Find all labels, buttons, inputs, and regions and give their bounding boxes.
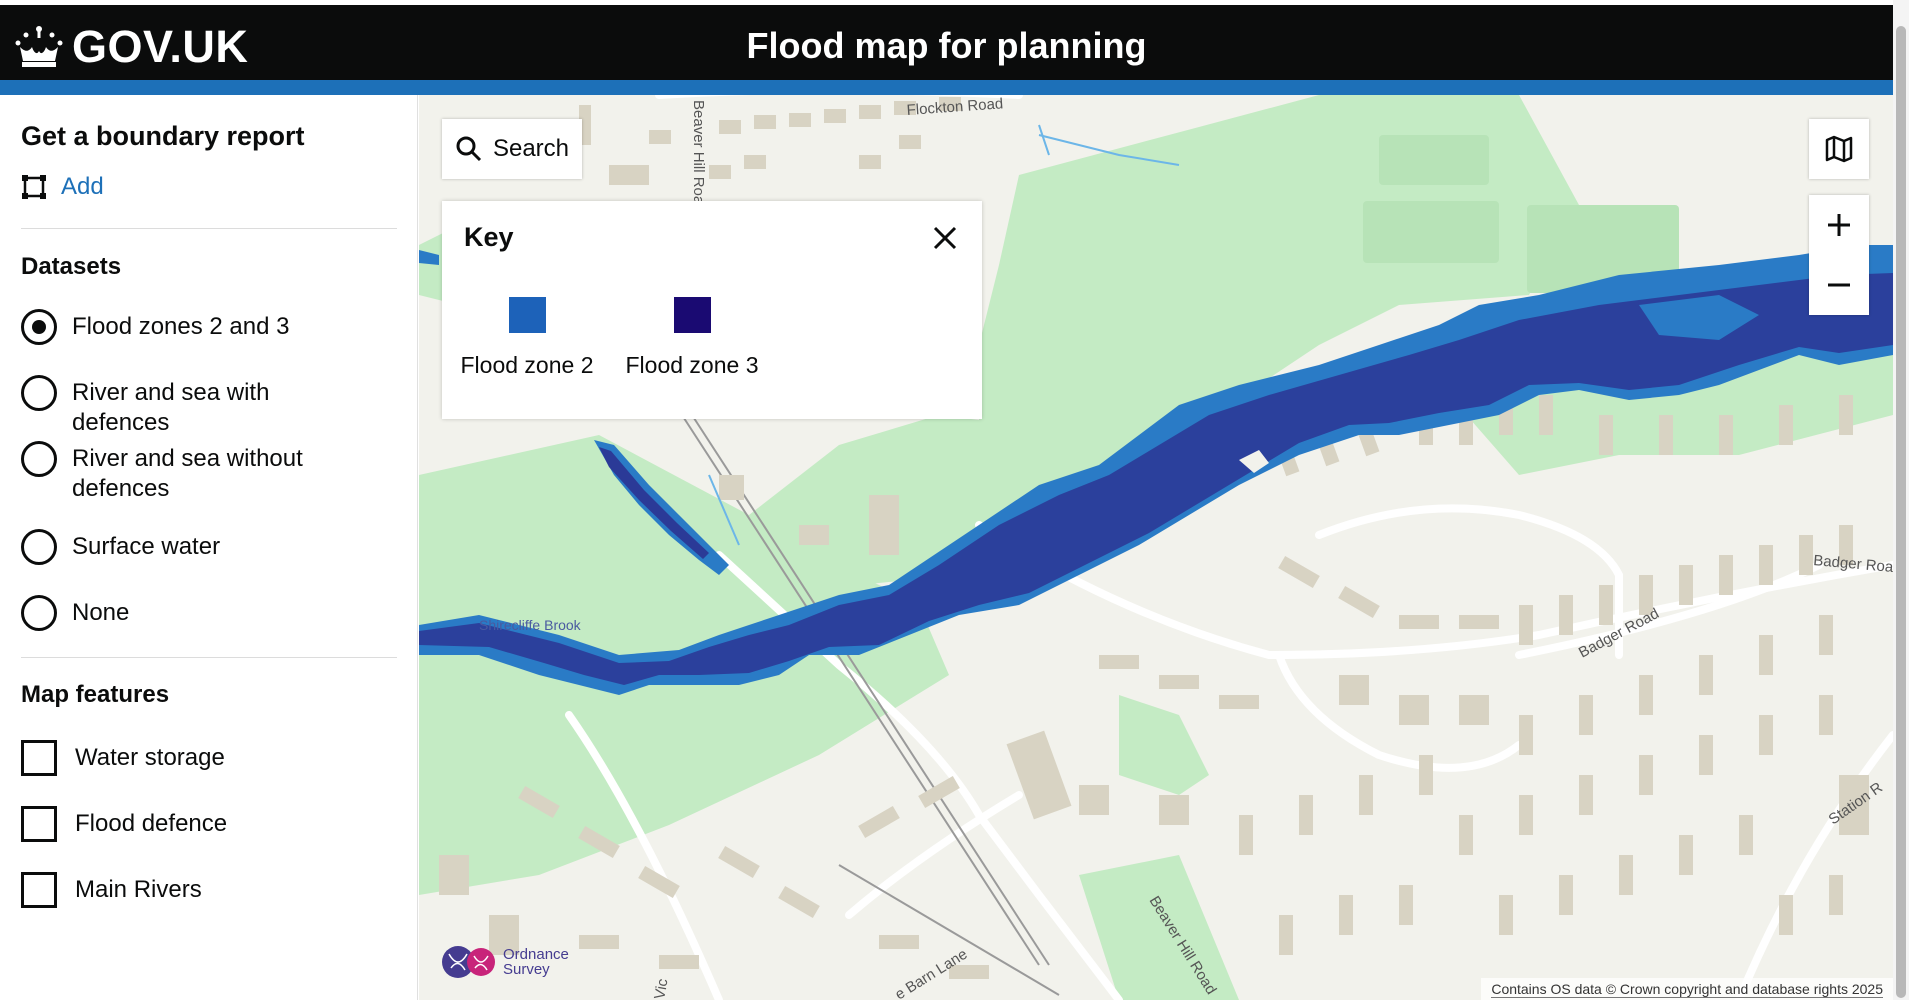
govuk-header: GOV.UK Flood map for planning [0, 5, 1893, 80]
zoom-out-button[interactable] [1809, 255, 1869, 315]
zoom-controls [1809, 195, 1869, 315]
checkbox[interactable] [21, 740, 57, 776]
basemap-button[interactable] [1809, 119, 1869, 179]
radio-label: Flood zones 2 and 3 [72, 313, 290, 340]
radio-label: Surface water [72, 533, 221, 560]
key-item-label: Flood zone 2 [460, 352, 594, 378]
add-boundary-label: Add [61, 173, 104, 200]
key-item-flood-zone-3: Flood zone 3 [617, 297, 767, 379]
radio-label: River and sea without defences [72, 445, 303, 502]
service-name[interactable]: Flood map for planning [0, 25, 1893, 67]
radio-label: River and sea with defences [72, 379, 270, 436]
flood-zone-3-swatch [673, 297, 711, 333]
os-logo-line2: Survey [503, 961, 550, 978]
plus-icon [1828, 214, 1850, 236]
checkbox-water-storage[interactable]: Water storage [21, 740, 225, 776]
radio-button-selected[interactable] [21, 309, 57, 345]
search-icon [456, 136, 482, 162]
map-label-brook: Shirecliffe Brook [479, 617, 582, 633]
radio-button[interactable] [21, 375, 57, 411]
key-panel: Key Flood zone 2 Flood zone 3 [442, 201, 982, 419]
radio-label: None [72, 599, 130, 626]
map-viewport[interactable]: Flockton Road Beaver Hill Road Beaver Hi… [419, 95, 1893, 1000]
flood-zone-2-swatch [508, 297, 546, 333]
sidebar-panel: Get a boundary report Add Datasets Flood… [0, 95, 418, 1000]
ordnance-survey-logo: Ordnance Survey [441, 944, 569, 980]
page-scrollbar[interactable] [1893, 0, 1909, 1000]
ordnance-survey-logo-icon [442, 946, 495, 978]
divider [21, 657, 397, 658]
radio-button[interactable] [21, 529, 57, 565]
key-item-label: Flood zone 3 [625, 352, 759, 378]
boundary-report-title: Get a boundary report [21, 121, 305, 151]
map-attribution[interactable]: Contains OS data © Crown copyright and d… [1481, 978, 1893, 1000]
scrollbar-thumb[interactable] [1896, 26, 1906, 998]
checkbox[interactable] [21, 872, 57, 908]
checkbox-main-rivers[interactable]: Main Rivers [21, 872, 202, 908]
search-button[interactable]: Search [442, 119, 582, 179]
datasets-heading: Datasets [21, 253, 122, 280]
add-boundary-button[interactable]: Add [21, 173, 104, 201]
search-button-label: Search [492, 135, 570, 162]
radio-button[interactable] [21, 441, 57, 477]
polygon-draw-icon [22, 175, 46, 199]
map-label-vic: Vic [651, 977, 671, 1000]
radio-river-sea-without-defences[interactable]: River and sea without defences [21, 441, 372, 504]
map-features-heading: Map features [21, 681, 170, 708]
checkbox[interactable] [21, 806, 57, 842]
minus-icon [1828, 283, 1850, 287]
radio-surface-water[interactable]: Surface water [21, 529, 372, 565]
radio-flood-zones[interactable]: Flood zones 2 and 3 [21, 309, 372, 345]
attribution-text[interactable]: Contains OS data © Crown copyright and d… [1491, 981, 1883, 998]
key-title: Key [464, 222, 514, 252]
checkbox-label: Water storage [75, 744, 225, 771]
close-icon[interactable] [930, 223, 960, 253]
os-logo-line1: Ordnance [503, 946, 569, 963]
zoom-in-button[interactable] [1809, 195, 1869, 255]
divider [21, 228, 397, 229]
radio-button[interactable] [21, 595, 57, 631]
checkbox-label: Flood defence [75, 810, 228, 837]
map-icon [1825, 135, 1853, 163]
header-stripe [0, 80, 1893, 95]
radio-none[interactable]: None [21, 595, 372, 631]
checkbox-flood-defence[interactable]: Flood defence [21, 806, 227, 842]
map-label-beaver-hill-road-top: Beaver Hill Road [690, 100, 707, 213]
radio-river-sea-with-defences[interactable]: River and sea with defences [21, 375, 372, 438]
key-item-flood-zone-2: Flood zone 2 [452, 297, 602, 379]
checkbox-label: Main Rivers [75, 876, 202, 903]
